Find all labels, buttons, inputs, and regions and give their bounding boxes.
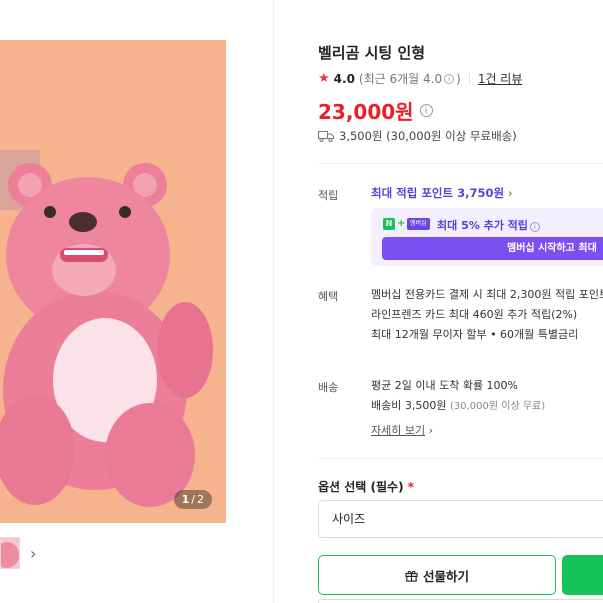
image-page-indicator: 1 / 2 — [173, 490, 212, 509]
max-points: 최대 적립 포인트 3,750원 — [371, 186, 505, 200]
divider — [468, 73, 470, 84]
chevron-right-icon: › — [508, 186, 513, 200]
price-row: 23,000원 i — [318, 96, 433, 125]
thumbnail-1[interactable] — [0, 537, 20, 569]
total-pages: 2 — [197, 493, 204, 506]
info-icon: i — [529, 222, 540, 232]
delivery-details-link[interactable]: 자세히 보기 › — [371, 422, 433, 438]
chevron-right-icon: › — [428, 424, 434, 437]
thumbnail-row: › — [0, 536, 36, 570]
benefit-line-2: 라인프렌즈 카드 최대 460원 추가 적립(2%) — [371, 308, 578, 321]
section-divider — [318, 163, 603, 164]
buy-button[interactable] — [562, 555, 603, 595]
price: 23,000원 — [318, 100, 414, 124]
column-divider — [273, 0, 274, 603]
gift-icon — [405, 570, 418, 582]
truck-icon — [318, 131, 334, 142]
size-select[interactable]: 사이즈 — [318, 500, 603, 538]
start-membership-button[interactable]: 멤버십 시작하고 최대 — [382, 237, 603, 260]
delivery-fee-note: (30,000원 이상 무료) — [449, 401, 546, 412]
delivery-eta: 평균 2일 이내 도착 확률 100% — [371, 379, 519, 392]
plus-icon: + — [397, 218, 406, 229]
membership-box: N + 멤버십 최대 5% 추가 적립 i 멤버십 시작하고 최대 — [371, 208, 603, 266]
benefit-line-1: 멤버십 전용카드 결제 시 최대 2,300원 적립 포인트 받 — [371, 288, 603, 301]
product-image-gallery[interactable]: 1 / 2 — [0, 40, 226, 523]
rating-row: ★ 4.0 (최근 6개월 4.0 i ) 1건 리뷰 — [318, 70, 522, 87]
membership-extra-points: 최대 5% 추가 적립 i — [437, 217, 540, 233]
product-image-bear — [0, 163, 213, 507]
info-icon[interactable]: i — [444, 73, 455, 84]
gift-button[interactable]: 선물하기 — [318, 555, 556, 595]
rating-score: 4.0 — [333, 71, 355, 86]
product-info-panel: 벨리곰 시팅 인형 ★ 4.0 (최근 6개월 4.0 i ) 1건 리뷰 23… — [318, 0, 603, 603]
option-label: 옵션 선택 (필수) * — [318, 480, 415, 494]
delivery-fee: 배송비 3,500원 (30,000원 이상 무료) — [371, 399, 546, 412]
chevron-right-icon[interactable]: › — [30, 544, 36, 563]
current-page: 1 — [181, 493, 190, 506]
points-label: 적립 — [318, 189, 339, 202]
page-separator: / — [191, 493, 195, 506]
recent-rating: (최근 6개월 4.0 — [358, 72, 443, 86]
points-link[interactable]: 최대 적립 포인트 3,750원 › — [371, 185, 513, 201]
required-mark: * — [407, 480, 415, 494]
membership-badge: 멤버십 — [407, 218, 430, 230]
review-count-link[interactable]: 1건 리뷰 — [478, 70, 523, 87]
gift-label: 선물하기 — [422, 568, 469, 584]
star-icon: ★ — [318, 71, 330, 86]
naver-n-icon: N — [383, 218, 395, 230]
delivery-label: 배송 — [318, 381, 339, 394]
price-info-icon[interactable]: i — [419, 104, 433, 117]
product-title: 벨리곰 시팅 인형 — [318, 44, 426, 62]
benefits-label: 혜택 — [318, 290, 339, 303]
recent-rating-close: ) — [456, 71, 461, 86]
section-divider — [318, 458, 603, 459]
shipping-text: 3,500원 (30,000원 이상 무료배송) — [339, 129, 517, 143]
shipping-row: 3,500원 (30,000원 이상 무료배송) — [318, 128, 517, 144]
secondary-button[interactable] — [318, 599, 603, 603]
benefit-line-3: 최대 12개월 무이자 할부 • 60개월 특별금리 — [371, 328, 579, 341]
